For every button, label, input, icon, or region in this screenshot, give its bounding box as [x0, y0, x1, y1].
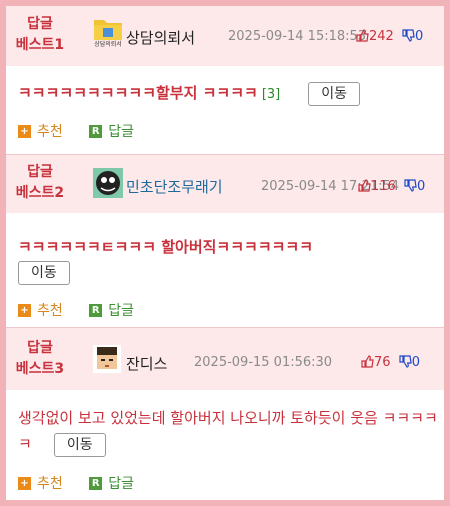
plus-icon: +: [18, 124, 31, 138]
avatar-caption: 상담의뢰서: [94, 40, 122, 48]
best-badge: 답글 베스트3: [15, 340, 65, 377]
sub-reply-count[interactable]: [3]: [262, 87, 280, 102]
folder-doc-icon: 상담의뢰서: [94, 20, 122, 48]
thumbs-up-icon: [356, 29, 369, 42]
upvote[interactable]: 242: [356, 29, 398, 44]
best-badge: 답글 베스트1: [15, 16, 65, 53]
reply-button[interactable]: R 답글: [89, 121, 134, 141]
reply-actions: + 추천 R 답글: [18, 473, 156, 493]
reply-r-icon: R: [89, 124, 103, 138]
reply-content: ㅋㅋㅋㅋㅋㅋㅌㅋㅋㅋ 할아버직ㅋㅋㅋㅋㅋㅋㅋ: [18, 238, 314, 256]
creature-icon: [93, 168, 123, 198]
reply-item: 답글 베스트3 잔디스 2025-09-15 01:56:30 76 0 생각없…: [6, 327, 444, 500]
recommend-button[interactable]: + 추천: [18, 121, 63, 141]
reply-actions: + 추천 R 답글: [18, 300, 156, 320]
best-replies-panel: 답글 베스트1 상담의뢰서 상담의뢰서 2025-09-14 15:18:53 …: [6, 6, 444, 500]
reply-r-icon: R: [89, 476, 103, 490]
downvote[interactable]: 0: [402, 29, 423, 44]
move-button[interactable]: 이동: [18, 261, 70, 285]
downvote[interactable]: 0: [399, 355, 420, 370]
upvote[interactable]: 116: [358, 179, 400, 194]
reply-header: 답글 베스트2 민초단조무래기 2025-09-14 17:21:54 116: [6, 155, 444, 213]
move-button[interactable]: 이동: [53, 432, 106, 457]
plus-icon: +: [18, 303, 31, 317]
thumbs-up-icon: [361, 355, 374, 368]
downvote[interactable]: 0: [404, 179, 425, 194]
thumbs-down-icon: [399, 355, 412, 368]
reply-button[interactable]: R 답글: [89, 473, 134, 493]
nickname[interactable]: 상담의뢰서: [126, 27, 195, 48]
avatar[interactable]: [93, 345, 121, 373]
thumbs-down-icon: [402, 29, 415, 42]
post-date: 2025-09-15 01:56:30: [194, 355, 333, 370]
thumbs-up-icon: [358, 179, 371, 192]
post-date: 2025-09-14 15:18:53: [228, 29, 367, 44]
reply-item: 답글 베스트1 상담의뢰서 상담의뢰서 2025-09-14 15:18:53 …: [6, 6, 444, 154]
vote-counts: 242 0: [356, 29, 423, 44]
move-button[interactable]: 이동: [308, 81, 361, 106]
recommend-button[interactable]: + 추천: [18, 473, 63, 493]
reply-item: 답글 베스트2 민초단조무래기 2025-09-14 17:21:54 116: [6, 154, 444, 328]
reply-content: 생각없이 보고 있었는데 할아버지 나오니까 토하듯이 웃음 ㅋㅋㅋㅋㅋ 이동: [18, 405, 442, 457]
upvote[interactable]: 76: [361, 355, 395, 370]
nickname[interactable]: 잔디스: [126, 353, 167, 374]
pixel-face-icon: [93, 345, 121, 373]
vote-counts: 116 0: [358, 179, 425, 194]
best-badge: 답글 베스트2: [15, 164, 65, 201]
plus-icon: +: [18, 476, 31, 490]
thumbs-down-icon: [404, 179, 417, 192]
avatar[interactable]: [93, 168, 123, 198]
nickname[interactable]: 민초단조무래기: [126, 176, 223, 197]
reply-header: 답글 베스트1 상담의뢰서 상담의뢰서 2025-09-14 15:18:53 …: [6, 6, 444, 66]
avatar[interactable]: 상담의뢰서: [93, 16, 122, 48]
reply-r-icon: R: [89, 303, 103, 317]
reply-content: ㅋㅋㅋㅋㅋㅋㅋㅋㅋㅋ할부지 ㅋㅋㅋㅋ [3] 이동: [18, 80, 438, 108]
recommend-button[interactable]: + 추천: [18, 300, 63, 320]
vote-counts: 76 0: [361, 355, 420, 370]
reply-header: 답글 베스트3 잔디스 2025-09-15 01:56:30 76 0: [6, 328, 444, 390]
reply-button[interactable]: R 답글: [89, 300, 134, 320]
reply-actions: + 추천 R 답글: [18, 121, 156, 141]
